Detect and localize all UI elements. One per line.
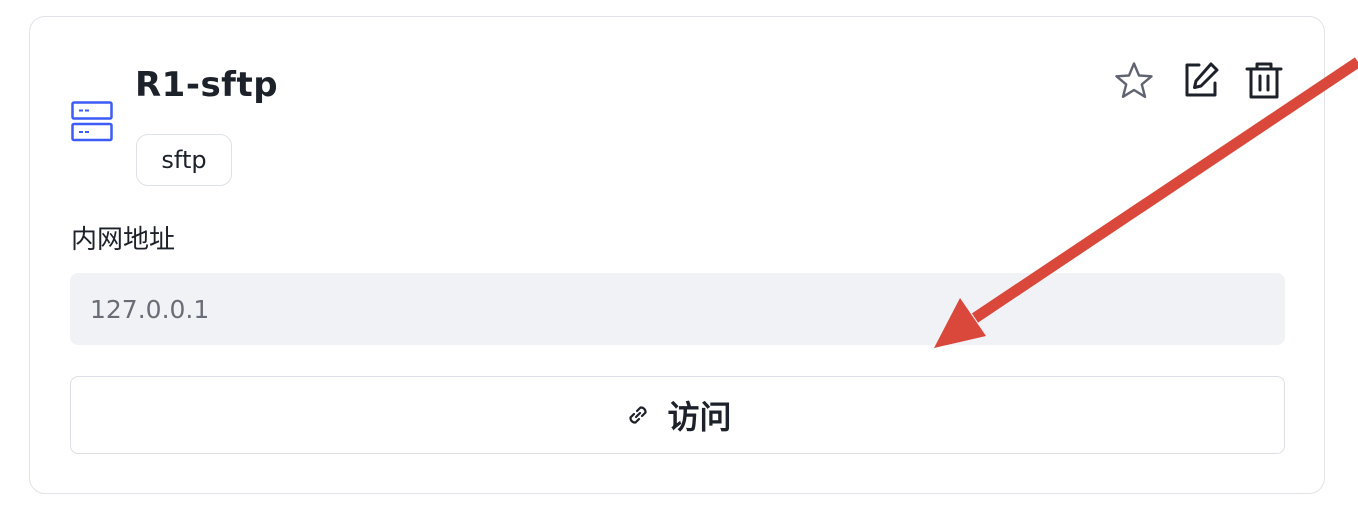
edit-icon[interactable] bbox=[1179, 59, 1223, 103]
server-icon bbox=[71, 101, 113, 142]
trash-icon[interactable] bbox=[1242, 59, 1286, 103]
service-title: R1-sftp bbox=[135, 65, 279, 105]
address-value: 127.0.0.1 bbox=[90, 294, 210, 324]
protocol-tag: sftp bbox=[136, 134, 232, 186]
address-field: 127.0.0.1 bbox=[70, 273, 1285, 345]
visit-button[interactable]: 访问 bbox=[70, 376, 1285, 454]
star-icon[interactable] bbox=[1112, 59, 1156, 103]
address-label: 内网地址 bbox=[71, 225, 176, 255]
visit-button-label: 访问 bbox=[667, 398, 732, 436]
link-icon bbox=[629, 406, 648, 424]
